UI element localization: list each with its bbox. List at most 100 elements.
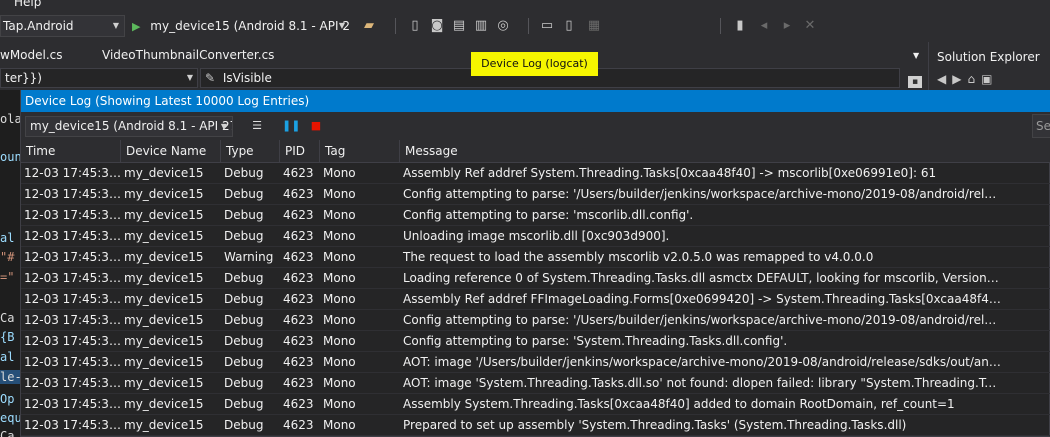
device-select-label: my_device15 (Android 8.1 - API 27) [30,119,233,133]
tab-overflow-icon[interactable]: ▼ [913,51,919,60]
chevron-down-icon: ▼ [186,73,193,82]
archive-icon[interactable]: ▤ [452,19,466,33]
tab-video-thumbnail-converter[interactable]: VideoThumbnailConverter.cs [102,48,274,62]
log-device-name: my_device15 [124,334,204,348]
table-row[interactable]: 12-03 17:45:32.171my_device15 Warning 4623… [21,247,1050,268]
toolbar-separator [395,18,396,34]
code-editor[interactable]: ola oun al "# =" Ca {B al le- Op equ Ca [0,90,20,437]
log-time: 12-03 17:45:32.171 [24,271,121,285]
back-icon[interactable]: ◀ [937,72,952,86]
bookmark-prev-icon[interactable]: ◂ [757,19,771,33]
code-fragment: oun [0,150,20,164]
table-row[interactable]: 12-03 17:45:32.171my_device15 Debug 4623 Mo… [21,310,1050,331]
table-row[interactable]: 12-03 17:45:32.171my_device15 Debug 4623 Mo… [21,289,1050,310]
device-manager-icon[interactable]: ▯ [408,19,422,33]
pause-icon[interactable]: ❚❚ [282,119,300,133]
log-type: Debug [224,187,264,201]
startup-project-combo[interactable]: Tap.Android ▼ [0,15,125,37]
navigation-bar: ter}}) ▼ ✎ IsVisible [0,66,928,90]
column-header-message[interactable]: Message [400,140,1050,163]
log-tag: Mono [323,208,356,222]
log-device-name: my_device15 [124,208,204,222]
log-tag: Mono [323,166,356,180]
menu-help[interactable]: Help [14,0,41,9]
log-message: Assembly Ref addref FFImageLoading.Forms… [403,292,1001,306]
startup-project-label: Tap.Android [3,19,74,33]
device-log-toolbar: my_device15 (Android 8.1 - API 27) ▼ ☰ ❚… [21,112,1050,140]
table-row[interactable]: 12-03 17:45:32.170my_device15 Debug 4623 Mo… [21,415,1050,436]
log-pid: 4623 [283,313,314,327]
log-time: 12-03 17:45:32.171 [24,313,121,327]
log-device-name: my_device15 [124,166,204,180]
table-row[interactable]: 12-03 17:45:32.171my_device15 Debug 4623 Mo… [21,331,1050,352]
pin-icon[interactable]: ▪ [908,76,922,88]
log-pid: 4623 [283,334,314,348]
log-tag: Mono [323,397,356,411]
column-header-device-name[interactable]: Device Name [121,140,221,163]
bookmark-clear-icon[interactable]: ✕ [803,19,817,33]
home-icon[interactable]: ⌂ [967,72,981,86]
log-table-header: Time Device Name Type PID Tag Message [21,140,1050,163]
sync-icon[interactable]: ▣ [981,72,998,86]
log-time: 12-03 17:45:32.171 [24,229,121,243]
log-message: Config attempting to parse: '/Users/buil… [403,187,1001,201]
log-type: Debug [224,376,264,390]
log-tag: Mono [323,334,356,348]
table-row[interactable]: 12-03 17:45:32.171my_device15 Debug 4623 Mo… [21,352,1050,373]
column-header-type[interactable]: Type [221,140,280,163]
toolbar-separator [528,18,529,34]
code-fragment: Ca [0,311,15,325]
code-fragment: =" [0,270,15,284]
log-device-name: my_device15 [124,250,204,264]
logcat-icon[interactable]: ▥ [474,19,488,33]
code-fragment: al [0,350,15,364]
column-header-tag[interactable]: Tag [320,140,400,163]
log-device-name: my_device15 [124,418,204,432]
column-header-time[interactable]: Time [21,140,121,163]
folder-icon[interactable]: ▰ [362,19,376,33]
log-device-name: my_device15 [124,376,204,390]
settings-icon[interactable]: ◎ [496,19,510,33]
run-target-button[interactable]: ▶ my_device15 (Android 8.1 - API 27) ▼ [129,15,351,37]
log-time: 12-03 17:45:32.171 [24,334,121,348]
table-row[interactable]: 12-03 17:45:32.171my_device15 Debug 4623 Mo… [21,268,1050,289]
code-fragment: Ca [0,429,15,437]
log-type: Debug [224,334,264,348]
type-scope-combo[interactable]: ter}}) ▼ [0,68,198,88]
editor-tab-row: wModel.cs VideoThumbnailConverter.cs ▼ [0,42,928,66]
code-fragment: al [0,231,15,245]
bookmark-next-icon[interactable]: ▸ [780,19,794,33]
table-row[interactable]: 12-03 17:45:32.171my_device15 Debug 4623 Mo… [21,226,1050,247]
device-log-window: Device Log (Showing Latest 10000 Log Ent… [20,90,1050,437]
log-pid: 4623 [283,166,314,180]
log-message: Config attempting to parse: '/Users/buil… [403,313,1001,327]
log-tag: Mono [323,292,356,306]
device-icon[interactable]: ▯ [562,19,576,33]
table-row[interactable]: 12-03 17:45:32.170my_device15 Debug 4623 Mo… [21,394,1050,415]
tab-viewmodel[interactable]: wModel.cs [0,48,63,62]
log-type: Debug [224,355,264,369]
stop-icon[interactable]: ■ [309,119,323,133]
table-row[interactable]: 12-03 17:45:32.171my_device15 Debug 4623 Mo… [21,205,1050,226]
device-select[interactable]: my_device15 (Android 8.1 - API 27) ▼ [25,116,233,137]
table-row[interactable]: 12-03 17:45:32.171my_device15 Debug 4623 Mo… [21,163,1050,184]
code-fragment: Op [0,392,15,406]
log-pid: 4623 [283,250,314,264]
play-icon: ▶ [132,20,141,33]
log-time: 12-03 17:45:32.171 [24,166,121,180]
search-input[interactable]: Se [1032,114,1050,138]
log-tag: Mono [323,418,356,432]
clear-log-icon[interactable]: ☰ [250,119,264,133]
grid-icon[interactable]: ▦ [587,19,601,33]
solution-explorer-title: Solution Explorer [937,50,1040,64]
column-header-pid[interactable]: PID [280,140,320,163]
log-tag: Mono [323,355,356,369]
table-row[interactable]: 12-03 17:45:32.171my_device15 Debug 4623 Mo… [21,184,1050,205]
forward-icon[interactable]: ▶ [952,72,967,86]
menu-bar: Help [0,0,1050,10]
camera-icon[interactable]: ◙ [430,19,444,33]
table-row[interactable]: 12-03 17:45:32.171my_device15 Debug 4623 Mo… [21,373,1050,394]
monitor-icon[interactable]: ▭ [540,19,554,33]
bookmark-icon[interactable]: ▮ [733,19,747,33]
log-message: Prepared to set up assembly 'System.Thre… [403,418,907,432]
